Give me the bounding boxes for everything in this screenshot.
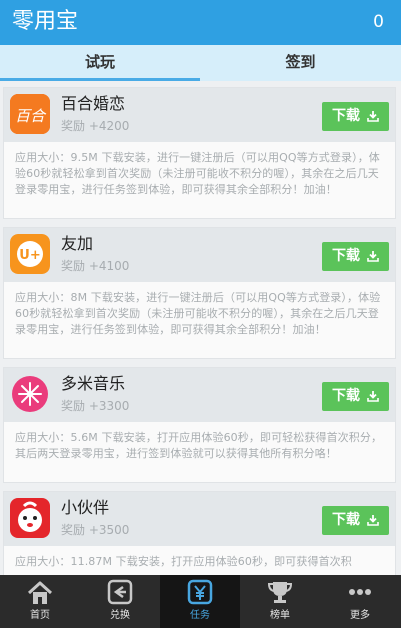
youjia-app-icon: U+ <box>10 234 50 274</box>
app-reward: 奖励 +4200 <box>61 119 130 133</box>
nav-ranking[interactable]: 榜单 <box>240 575 320 628</box>
app-description: 应用大小：9.5M 下载安装，进行一键注册后（可以用QQ等方式登录），体验60秒… <box>15 151 380 196</box>
top-tabs: 试玩 签到 <box>0 45 401 81</box>
nav-exchange-label: 兑换 <box>110 610 130 621</box>
download-icon <box>367 515 379 526</box>
app-name: 小伙伴 <box>61 498 110 517</box>
tab-trial[interactable]: 试玩 <box>0 45 200 81</box>
download-button-label: 下载 <box>332 388 360 404</box>
nav-more-label: 更多 <box>350 610 370 621</box>
download-button[interactable]: 下载 <box>322 506 389 535</box>
app-description: 应用大小：5.6M 下载安装，打开应用体验60秒，即可轻松获得首次积分，其后两天… <box>15 431 383 460</box>
download-icon <box>367 251 379 262</box>
app-list[interactable]: 百合 百合婚恋 奖励 +4200 下载 应用大小：9.5M 下载安装，进行一键注… <box>0 81 401 575</box>
baihe-app-icon: 百合 <box>10 94 50 134</box>
app-name: 百合婚恋 <box>61 94 126 113</box>
nav-home[interactable]: 首页 <box>0 575 80 628</box>
exchange-icon <box>107 579 133 605</box>
duomi-music-app-icon <box>10 374 50 414</box>
app-name: 友加 <box>61 234 94 253</box>
download-button-label: 下载 <box>332 248 360 264</box>
download-button[interactable]: 下载 <box>322 242 389 271</box>
nav-task-label: 任务 <box>190 610 210 621</box>
more-dots-icon <box>349 589 371 595</box>
points-count: 0 <box>373 12 384 32</box>
app-description: 应用大小：11.87M 下载安装，打开应用体验60秒，即可获得首次积 <box>15 555 352 568</box>
nav-more[interactable]: 更多 <box>320 575 400 628</box>
app-name: 多米音乐 <box>61 374 126 393</box>
app-reward: 奖励 +3500 <box>61 523 130 537</box>
bottom-tab-bar: 首页 兑换 任务 榜单 更多 <box>0 575 401 628</box>
app-title: 零用宝 <box>12 9 79 34</box>
app-card[interactable]: 百合 百合婚恋 奖励 +4200 下载 应用大小：9.5M 下载安装，进行一键注… <box>3 87 396 219</box>
download-button[interactable]: 下载 <box>322 102 389 131</box>
app-description: 应用大小：8M 下载安装，进行一键注册后（可以用QQ等方式登录），体验60秒就轻… <box>15 291 381 336</box>
app-reward: 奖励 +3300 <box>61 399 130 413</box>
svg-text:百合: 百合 <box>15 107 47 125</box>
yuan-task-icon <box>187 579 213 605</box>
tab-checkin[interactable]: 签到 <box>200 45 401 81</box>
nav-ranking-label: 榜单 <box>270 610 290 621</box>
nav-exchange[interactable]: 兑换 <box>80 575 160 628</box>
download-icon <box>367 391 379 402</box>
download-button-label: 下载 <box>332 512 360 528</box>
home-icon <box>27 581 53 604</box>
download-button[interactable]: 下载 <box>322 382 389 411</box>
svg-text:U+: U+ <box>19 248 40 263</box>
trophy-icon <box>267 582 293 603</box>
app-card[interactable]: 多米音乐 奖励 +3300 下载 应用大小：5.6M 下载安装，打开应用体验60… <box>3 367 396 483</box>
app-card[interactable]: 小伙伴 奖励 +3500 下载 应用大小：11.87M 下载安装，打开应用体验6… <box>3 491 396 575</box>
nav-task[interactable]: 任务 <box>160 575 240 628</box>
nav-home-label: 首页 <box>30 610 50 621</box>
download-icon <box>367 111 379 122</box>
xiaohuoban-app-icon <box>10 498 50 538</box>
download-button-label: 下载 <box>332 108 360 124</box>
app-header: 零用宝 0 <box>0 0 401 45</box>
app-card[interactable]: U+ 友加 奖励 +4100 下载 应用大小：8M 下载安装，进行一键注册后（可… <box>3 227 396 359</box>
app-reward: 奖励 +4100 <box>61 259 130 273</box>
